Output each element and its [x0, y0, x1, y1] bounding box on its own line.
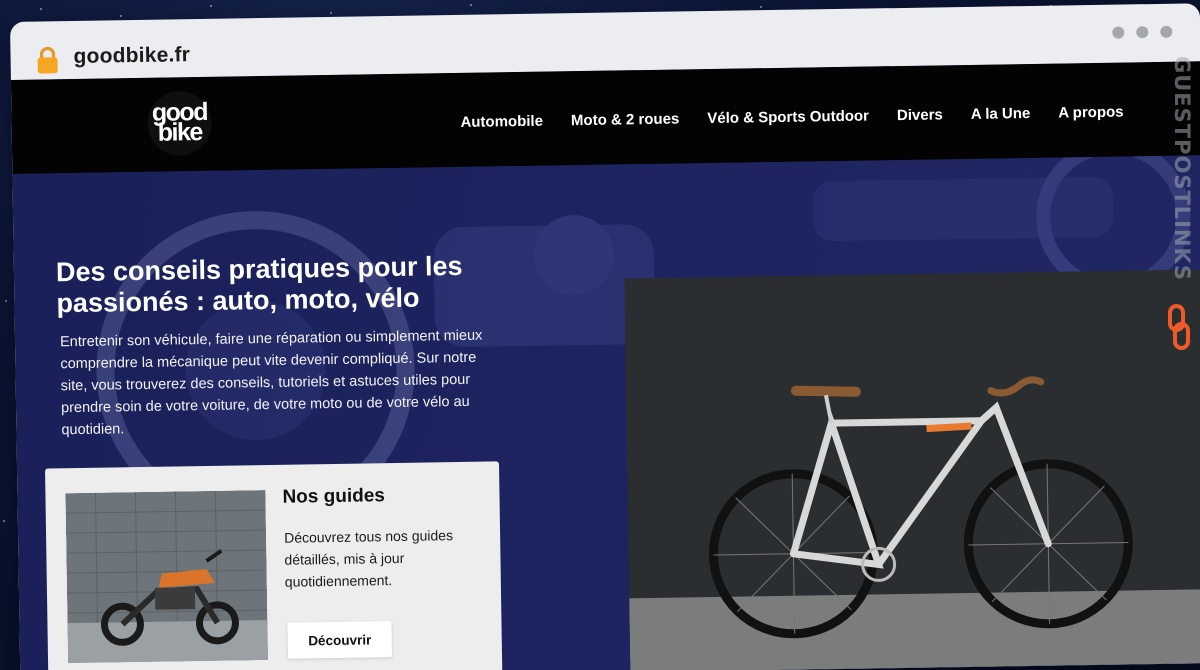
nav-link-velo-sports-outdoor[interactable]: Vélo & Sports Outdoor	[707, 108, 869, 128]
window-dot[interactable]	[1160, 25, 1173, 38]
main-navigation: Automobile Moto & 2 roues Vélo & Sports …	[460, 104, 1123, 131]
site-logo[interactable]: good bike	[147, 90, 213, 156]
fixie-bike-photo	[624, 269, 1200, 670]
window-controls	[1112, 25, 1173, 39]
nav-link-a-la-une[interactable]: A la Une	[971, 105, 1031, 123]
guides-card: Nos guides Découvrez tous nos guides dét…	[45, 461, 503, 670]
website-viewport: good bike Automobile Moto & 2 roues Vélo…	[10, 61, 1200, 670]
hero-title: Des conseils pratiques pour les passioné…	[55, 250, 463, 319]
nav-link-a-propos[interactable]: A propos	[1058, 104, 1124, 122]
address-bar-url[interactable]: goodbike.fr	[73, 43, 190, 69]
site-header: good bike Automobile Moto & 2 roues Vélo…	[10, 61, 1200, 174]
window-dot[interactable]	[1136, 26, 1149, 39]
browser-window: goodbike.fr good bike Automobile Moto & …	[10, 3, 1200, 670]
hero-section: Des conseils pratiques pour les passioné…	[12, 155, 1200, 670]
nav-link-automobile[interactable]: Automobile	[460, 113, 543, 131]
nav-link-moto[interactable]: Moto & 2 roues	[571, 110, 680, 129]
chain-link-icon	[1168, 304, 1190, 350]
padlock-icon	[37, 46, 58, 74]
guides-card-text: Découvrez tous nos guides détaillés, mis…	[284, 527, 454, 590]
motorcycle-photo	[65, 490, 269, 664]
guides-card-title: Nos guides	[282, 485, 386, 508]
discover-button[interactable]: Découvrir	[287, 621, 393, 659]
watermark-text: GUESTPOSTLINKS	[1170, 56, 1194, 281]
nav-link-divers[interactable]: Divers	[897, 106, 943, 124]
window-dot[interactable]	[1112, 26, 1125, 39]
hero-description: Entretenir son véhicule, faire une répar…	[59, 327, 483, 439]
